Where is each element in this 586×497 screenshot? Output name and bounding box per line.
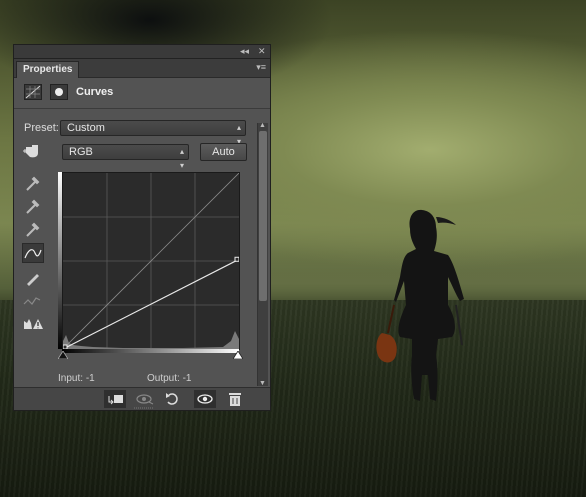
- channel-value: RGB: [69, 146, 93, 158]
- output-value[interactable]: -1: [183, 373, 192, 384]
- smooth-icon[interactable]: [22, 290, 44, 310]
- girl-figure: [376, 209, 464, 401]
- target-adjust-icon[interactable]: [22, 141, 44, 161]
- close-icon[interactable]: ✕: [258, 45, 266, 58]
- panel-scrollbar[interactable]: ▲ ▼: [257, 122, 268, 387]
- white-eyedropper-icon[interactable]: [22, 219, 44, 239]
- scroll-thumb[interactable]: [259, 131, 267, 301]
- scroll-down-icon[interactable]: ▼: [259, 380, 266, 387]
- collapse-icon[interactable]: ◂◂: [240, 45, 249, 58]
- output-readout: Output: -1: [147, 373, 192, 384]
- output-label: Output:: [147, 373, 180, 384]
- tab-row: Properties ▾≡: [14, 59, 270, 78]
- adjustment-title: Curves: [76, 86, 114, 98]
- view-previous-icon[interactable]: [134, 390, 156, 408]
- properties-panel: ◂◂ ✕ Properties ▾≡ Curves Preset: Custom…: [13, 44, 271, 411]
- black-point-slider[interactable]: [58, 351, 68, 359]
- curve-point: [234, 256, 239, 262]
- clip-to-layer-icon[interactable]: [104, 390, 126, 408]
- trash-icon[interactable]: [224, 390, 246, 408]
- panel-titlebar: ◂◂ ✕: [14, 45, 270, 59]
- preset-dropdown[interactable]: Custom ▴ ▾: [60, 120, 246, 146]
- input-value[interactable]: -1: [86, 373, 95, 384]
- pencil-icon[interactable]: [22, 267, 44, 287]
- scroll-up-icon[interactable]: ▲: [259, 122, 266, 129]
- input-label: Input:: [58, 373, 84, 384]
- curve-graph[interactable]: [62, 172, 240, 350]
- tab-properties[interactable]: Properties: [16, 61, 80, 78]
- gray-eyedropper-icon[interactable]: [22, 196, 44, 216]
- adjustment-header: Curves: [14, 78, 270, 109]
- input-gradient-bar: [62, 349, 239, 353]
- curve-point-icon[interactable]: [22, 243, 44, 263]
- white-point-slider[interactable]: [233, 351, 243, 359]
- clipping-warning-icon[interactable]: [22, 313, 44, 333]
- visibility-icon[interactable]: [194, 390, 216, 408]
- reset-icon[interactable]: [162, 390, 184, 408]
- auto-button[interactable]: Auto: [200, 143, 247, 161]
- panel-menu-icon[interactable]: ▾≡: [256, 62, 266, 73]
- input-readout: Input: -1: [58, 373, 95, 384]
- resize-grip-icon[interactable]: [134, 407, 154, 410]
- curves-adjustment-icon[interactable]: [24, 84, 42, 100]
- preset-value: Custom: [67, 122, 105, 134]
- panel-bottom-bar: [14, 387, 270, 410]
- mask-icon[interactable]: [50, 84, 68, 100]
- channel-dropdown[interactable]: RGB ▴ ▾: [62, 144, 189, 170]
- black-eyedropper-icon[interactable]: [22, 173, 44, 193]
- preset-label: Preset:: [24, 122, 59, 134]
- dropdown-arrow-icon: ▴ ▾: [179, 147, 184, 170]
